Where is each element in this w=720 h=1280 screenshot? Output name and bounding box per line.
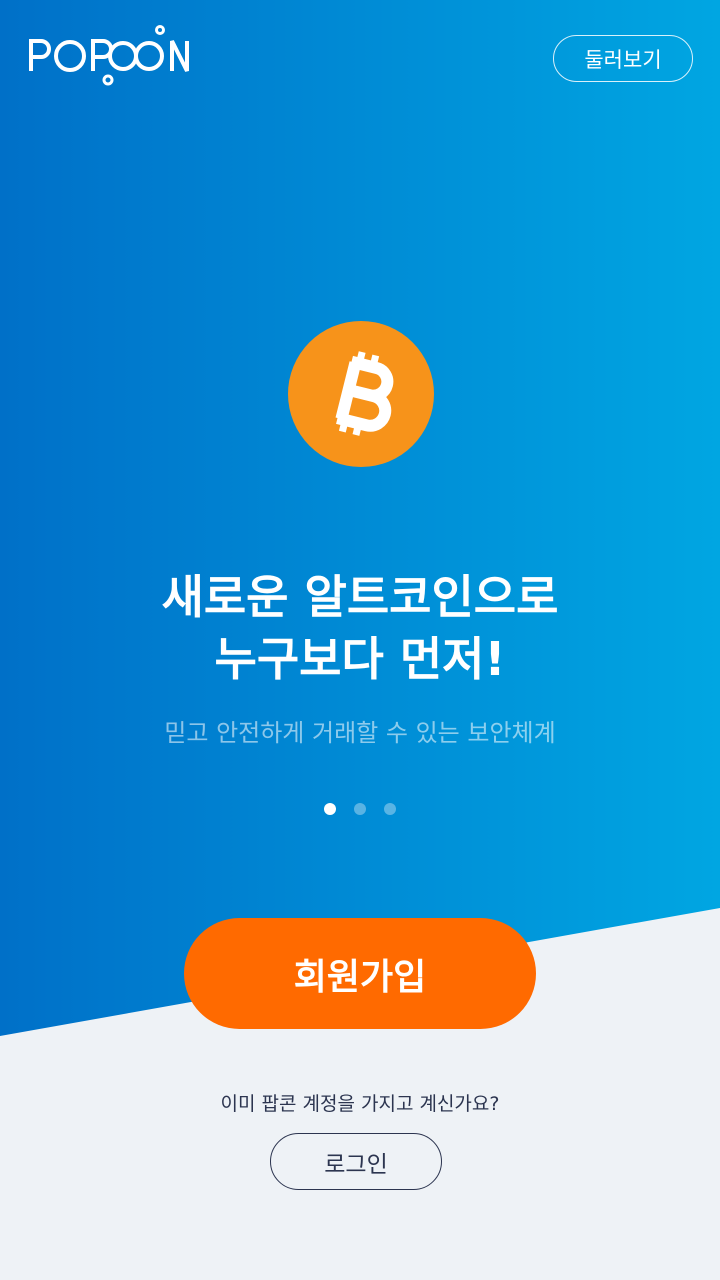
hero-subtext: 믿고 안전하게 거래할 수 있는 보안체계 — [164, 719, 556, 747]
browse-button[interactable]: 둘러보기 — [553, 35, 693, 82]
headline-line-1: 새로운 알트코인으로 — [161, 570, 559, 624]
login-button[interactable]: 로그인 — [270, 1133, 442, 1190]
popcon-logo — [27, 24, 192, 88]
carousel-dot-3[interactable] — [384, 803, 396, 815]
carousel-indicator — [324, 803, 404, 817]
existing-account-question: 이미 팝콘 계정을 가지고 계신가요? — [220, 1093, 500, 1115]
headline-line-2: 누구보다 먼저! — [214, 632, 506, 686]
signup-button[interactable]: 회원가입 — [184, 918, 536, 1029]
hero-headline: 새로운 알트코인으로 누구보다 먼저! — [0, 566, 720, 690]
carousel-dot-2[interactable] — [354, 803, 366, 815]
bitcoin-icon — [288, 321, 434, 467]
infinity-chain-logo-icon — [29, 25, 189, 86]
carousel-dot-1[interactable] — [324, 803, 336, 815]
